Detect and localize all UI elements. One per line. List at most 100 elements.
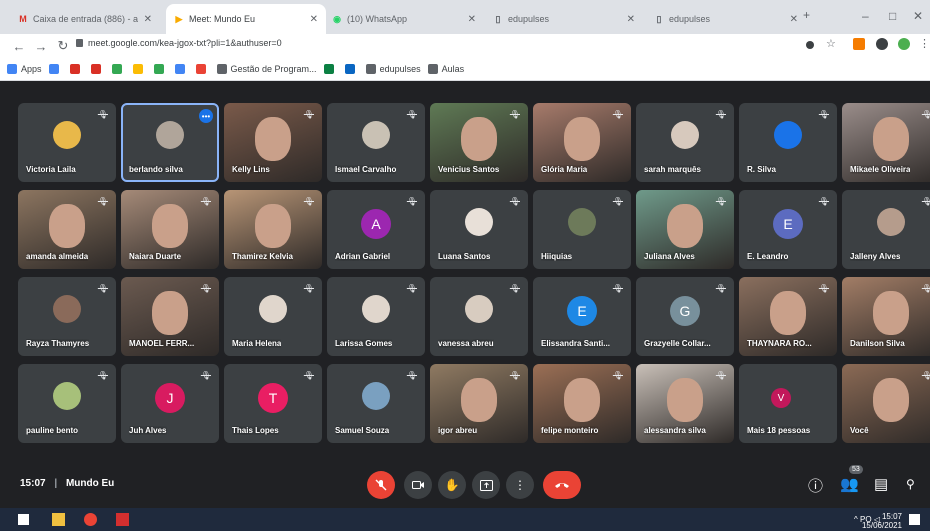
star-icon[interactable]: ☆ [826, 37, 838, 50]
tab-3[interactable]: ◉ (10) WhatsApp ✕ [324, 4, 484, 34]
participant-tile[interactable]: 🎙︎ Jalleny Alves [842, 190, 930, 269]
participant-tile[interactable]: 🎙︎ Ismael Carvalho [327, 103, 425, 182]
present-button[interactable] [472, 471, 500, 499]
bookmark-6[interactable] [132, 64, 147, 74]
participant-tile[interactable]: 🎙︎ Mikaele Oliveira [842, 103, 930, 182]
raise-hand-button[interactable]: ✋ [438, 471, 466, 499]
participant-tile[interactable]: 🎙︎ Samuel Souza [327, 364, 425, 443]
forward-icon[interactable]: → [30, 39, 52, 54]
participant-tile[interactable]: 🎙︎ Larissa Gomes [327, 277, 425, 356]
bookmark-4[interactable] [90, 64, 105, 74]
participant-tile[interactable]: J 🎙︎ Juh Alves [121, 364, 219, 443]
participant-tile[interactable]: 🎙︎ Thamirez Kelvia [224, 190, 322, 269]
participant-tile[interactable]: 🎙︎ Maria Helena [224, 277, 322, 356]
participant-tile[interactable]: 🎙︎ Glória Maria [533, 103, 631, 182]
bookmark-7[interactable] [153, 64, 168, 74]
participant-tile[interactable]: 🎙︎ Luana Santos [430, 190, 528, 269]
file-explorer-icon[interactable] [52, 513, 65, 526]
participant-tile[interactable]: 🎙︎ Victoria Laila [18, 103, 116, 182]
profile-icon[interactable] [898, 38, 910, 50]
puzzle-icon[interactable] [876, 38, 888, 50]
participant-tile[interactable]: 🎙︎ Hiiquias [533, 190, 631, 269]
participant-tile[interactable]: 🎙︎ Danilson Silva [842, 277, 930, 356]
tab-5[interactable]: ▯ edupulses ✕ [646, 4, 806, 34]
close-tab-icon[interactable]: ✕ [468, 14, 476, 25]
tab-1[interactable]: M Caixa de entrada (886) - arte... ✕ [10, 4, 160, 34]
tab-4[interactable]: ▯ edupulses ✕ [485, 4, 643, 34]
participant-tile[interactable]: 🎙︎ sarah marquês [636, 103, 734, 182]
participant-tile[interactable]: 🎙︎ Venicius Santos [430, 103, 528, 182]
mic-off-button[interactable] [367, 471, 395, 499]
participant-tile[interactable]: 🎙︎ Kelly Lins [224, 103, 322, 182]
bookmark-10[interactable]: Gestão de Program... [216, 64, 317, 74]
extension-icon[interactable] [853, 38, 865, 50]
participant-tile[interactable]: V Mais 18 pessoas [739, 364, 837, 443]
participant-tile[interactable]: ••• berlando silva [121, 103, 219, 182]
bookmark-12[interactable] [344, 64, 359, 74]
bookmark-13[interactable]: edupulses [365, 64, 421, 74]
tab-2[interactable]: ▶ Meet: Mundo Eu ✕ [166, 4, 326, 34]
meeting-details-icon[interactable]: ⓘ [808, 475, 823, 496]
participant-tile[interactable]: 🎙︎ THAYNARA RO... [739, 277, 837, 356]
participant-name: Mais 18 pessoas [747, 426, 811, 435]
bookmark-9[interactable] [195, 64, 210, 74]
windows-start-icon[interactable] [18, 514, 29, 525]
close-tab-icon[interactable]: ✕ [310, 14, 318, 25]
people-button[interactable]: 👥 53 [840, 465, 863, 493]
camera-button[interactable] [404, 471, 432, 499]
bookmark-2[interactable] [48, 64, 63, 74]
participant-tile[interactable]: 🎙︎ R. Silva [739, 103, 837, 182]
close-window-icon[interactable]: ✕ [913, 9, 923, 23]
avatar [53, 121, 81, 149]
participant-tile[interactable]: E 🎙︎ Elissandra Santi... [533, 277, 631, 356]
participant-tile[interactable]: 🎙︎ igor abreu [430, 364, 528, 443]
camera-indicator-icon[interactable] [806, 41, 814, 49]
menu-icon[interactable]: ⋮ [919, 37, 930, 50]
chat-icon[interactable]: ▤ [874, 475, 888, 493]
leave-call-button[interactable] [543, 471, 581, 499]
minimize-icon[interactable]: – [862, 9, 869, 23]
participant-tile[interactable]: T 🎙︎ Thais Lopes [224, 364, 322, 443]
more-options-button[interactable]: ⋮ [506, 471, 534, 499]
bookmark-11[interactable] [323, 64, 338, 74]
bookmark-8[interactable] [174, 64, 189, 74]
participant-tile[interactable]: A 🎙︎ Adrian Gabriel [327, 190, 425, 269]
back-icon[interactable]: ← [8, 39, 30, 54]
acrobat-icon[interactable] [116, 513, 129, 526]
new-tab-icon[interactable]: + [803, 8, 810, 22]
close-tab-icon[interactable]: ✕ [627, 14, 635, 25]
address-bar[interactable]: meet.google.com/kea-jgox-txt?pli=1&authu… [88, 38, 282, 48]
participant-tile[interactable]: 🎙︎ pauline bento [18, 364, 116, 443]
participant-tile[interactable]: 🎙︎ amanda almeida [18, 190, 116, 269]
more-vert-icon: ⋮ [514, 478, 526, 492]
bookmark-icon [174, 64, 185, 74]
participant-tile[interactable]: E 🎙︎ E. Leandro [739, 190, 837, 269]
chrome-taskbar-icon[interactable] [84, 513, 97, 526]
participant-tile[interactable]: 🎙︎ Juliana Alves [636, 190, 734, 269]
bookmark-3[interactable] [69, 64, 84, 74]
maximize-icon[interactable]: □ [889, 9, 896, 23]
avatar [568, 208, 596, 236]
taskbar-clock[interactable]: 15:07 15/06/2021 [862, 512, 902, 530]
close-tab-icon[interactable]: ✕ [144, 14, 152, 25]
close-tab-icon[interactable]: ✕ [790, 14, 798, 25]
bookmark-5[interactable] [111, 64, 126, 74]
tab-label: Meet: Mundo Eu [189, 14, 256, 24]
participant-tile[interactable]: 🎙︎ alessandra silva [636, 364, 734, 443]
participant-tile[interactable]: 🎙︎ Naiara Duarte [121, 190, 219, 269]
reload-icon[interactable]: ↻ [52, 38, 74, 54]
participant-tile[interactable]: 🎙︎ felipe monteiro [533, 364, 631, 443]
bookmark-1[interactable]: Apps [7, 64, 42, 74]
bookmark-14[interactable]: Aulas [427, 64, 464, 74]
activities-icon[interactable]: ⚲ [906, 477, 915, 491]
chevron-up-icon[interactable]: ^ [854, 515, 858, 524]
participant-tile[interactable]: 🎙︎ Você [842, 364, 930, 443]
participant-tile[interactable]: 🎙︎ Rayza Thamyres [18, 277, 116, 356]
video-feed [152, 291, 188, 335]
participant-tile[interactable]: G 🎙︎ Grazyelle Collar... [636, 277, 734, 356]
mic-muted-icon: 🎙︎ [612, 197, 623, 206]
tile-options-icon[interactable]: ••• [199, 109, 213, 123]
notifications-icon[interactable] [909, 514, 920, 525]
participant-tile[interactable]: 🎙︎ MANOEL FERR... [121, 277, 219, 356]
participant-tile[interactable]: 🎙︎ vanessa abreu [430, 277, 528, 356]
